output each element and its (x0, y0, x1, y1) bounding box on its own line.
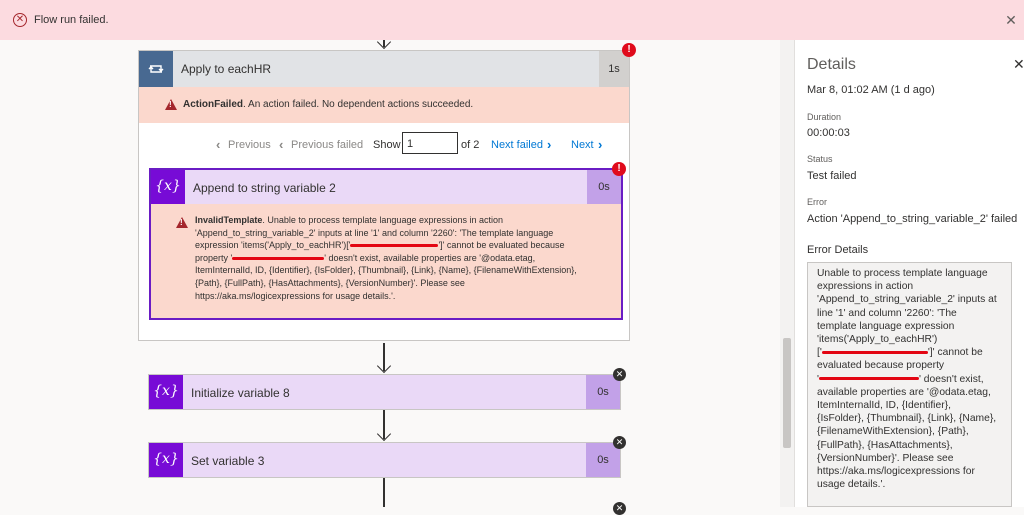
action-duration: 0s (586, 375, 620, 409)
error-text-line: . Unable to process template language ex… (262, 215, 504, 225)
page-number-input[interactable]: 1 (402, 132, 458, 154)
error-details-line: ItemInternalId, ID, {Identifier}, (817, 400, 951, 412)
next-failed-link[interactable]: Next failed (491, 139, 543, 151)
skipped-badge-icon: ✕ (613, 436, 626, 449)
chevron-left-icon: ‹ (216, 137, 221, 152)
error-details-line: https://aka.ms/logicexpressions for (817, 466, 975, 478)
error-badge-icon: ! (622, 43, 636, 57)
status-value: Test failed (807, 170, 857, 182)
action-failed-title: ActionFailed (183, 99, 244, 110)
connector-arrow (383, 478, 385, 507)
error-text-line: https://aka.ms/logicexpressions for usag… (195, 290, 396, 301)
error-badge-icon: ! (612, 162, 626, 176)
error-details-line: expressions in action (817, 281, 914, 293)
error-circle-icon: ✕ (13, 13, 27, 27)
next-link[interactable]: Next (571, 139, 594, 151)
apply-to-each-container: Apply to eachHR 1s ActionFailed. An acti… (138, 50, 630, 341)
status-label: Status (807, 154, 833, 164)
chevron-left-icon: ‹ (279, 137, 284, 152)
error-details-line: ']' cannot be (927, 347, 983, 359)
error-label: Error (807, 197, 827, 207)
error-text-line: ItemInternalId, ID, {Identifier}, {IsFol… (195, 265, 577, 276)
banner-message: Flow run failed. (34, 14, 109, 26)
action-failed-banner: ActionFailed. An action failed. No depen… (139, 87, 629, 123)
action-duration: 0s (586, 443, 620, 477)
apply-to-each-title: Apply to eachHR (181, 62, 272, 76)
scrollbar-thumb[interactable] (783, 338, 791, 448)
error-details-line: evaluated because property (817, 360, 945, 372)
error-details-line: {VersionNumber}'. Please see (817, 452, 954, 464)
error-details-line: {FullPath}, {HasAttachments}, (817, 439, 953, 451)
flow-run-failed-banner: ✕ Flow run failed. ✕ (0, 0, 1024, 40)
run-timestamp: Mar 8, 01:02 AM (1 d ago) (807, 84, 935, 96)
warning-icon (176, 217, 188, 228)
error-text-line: ']' cannot be evaluated because (438, 240, 565, 251)
close-panel-icon[interactable]: ✕ (1013, 56, 1024, 73)
loop-icon (139, 51, 173, 87)
details-heading: Details (807, 56, 856, 73)
variable-icon: {x} (149, 375, 183, 409)
details-panel: Details ✕ Mar 8, 01:02 AM (1 d ago) Dura… (794, 40, 1024, 507)
error-details-line: template language expression (817, 320, 955, 332)
set-variable-action[interactable]: {x} Set variable 3 0s (148, 442, 621, 478)
error-details-line: ' doesn't exist, (918, 373, 984, 385)
error-details-line: {FilenameWithExtension}, {Path}, (817, 426, 969, 438)
previous-failed-link[interactable]: Previous failed (291, 139, 363, 151)
redaction-scribble (821, 351, 928, 354)
variable-icon: {x} (149, 443, 183, 477)
error-text-line: {Path}, {FullPath}, {HasAttachments}, {V… (195, 277, 465, 288)
redaction-scribble (232, 256, 325, 260)
error-details-line: usage details.'. (817, 479, 886, 491)
close-icon[interactable]: ✕ (1002, 12, 1020, 29)
error-text-line: expression 'items('Apply_to_eachHR')[' (195, 240, 351, 251)
apply-to-each-duration: 1s (599, 51, 629, 87)
iteration-pager: ‹ Previous ‹ Previous failed Show 1 of 2… (139, 131, 629, 157)
variable-icon: {x} (151, 170, 185, 204)
chevron-right-icon: › (598, 137, 603, 152)
apply-to-each-header[interactable]: Apply to eachHR 1s (139, 51, 629, 87)
error-details-line: 'Append_to_string_variable_2' inputs at (817, 294, 997, 306)
show-label: Show (373, 139, 401, 151)
error-text-line: ' doesn't exist, available properties ar… (324, 252, 536, 263)
warning-icon (165, 99, 177, 110)
action-title: Initialize variable 8 (191, 386, 290, 400)
error-details-line: Unable to process template language (817, 268, 988, 279)
error-details-line: line '1' and column '2260': 'The (817, 307, 957, 319)
action-failed-text: . An action failed. No dependent actions… (243, 99, 474, 110)
redaction-scribble (350, 244, 439, 248)
initialize-variable-action[interactable]: {x} Initialize variable 8 0s (148, 374, 621, 410)
duration-value: 00:00:03 (807, 127, 850, 139)
error-details-label: Error Details (807, 244, 869, 256)
duration-label: Duration (807, 112, 842, 122)
action-title: Append to string variable 2 (193, 181, 336, 195)
error-details-line: {IsFolder}, {Thumbnail}, {Link}, {Name}, (817, 413, 997, 425)
error-text-line: property ' (195, 252, 233, 263)
previous-link[interactable]: Previous (228, 139, 271, 151)
chevron-right-icon: › (547, 137, 552, 152)
error-details-line: available properties are '@odata.etag, (817, 386, 991, 398)
page-total: of 2 (461, 139, 480, 151)
invalid-template-error: InvalidTemplate. Unable to process templ… (151, 204, 621, 318)
canvas-scrollbar[interactable] (780, 40, 794, 507)
error-details-line: 'items('Apply_to_eachHR') (817, 334, 938, 346)
error-value: Action 'Append_to_string_variable_2' fai… (807, 213, 1018, 225)
error-code: InvalidTemplate (195, 215, 263, 225)
append-to-string-action[interactable]: {x} Append to string variable 2 0s Inval… (149, 168, 623, 320)
error-details-box[interactable]: Unable to process template language expr… (807, 262, 1012, 507)
redaction-scribble (818, 377, 919, 381)
skipped-badge-icon: ✕ (613, 502, 626, 515)
skipped-badge-icon: ✕ (613, 368, 626, 381)
action-title: Set variable 3 (191, 454, 265, 468)
error-text-line: 'Append_to_string_variable_2' inputs at … (195, 227, 554, 238)
